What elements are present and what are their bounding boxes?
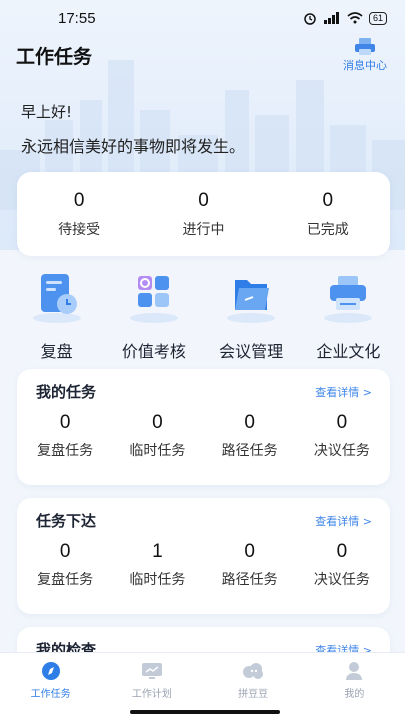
summary-in-progress-value: 0 bbox=[198, 190, 209, 211]
assigned-tasks-temporary-label: 临时任务 bbox=[129, 572, 186, 588]
quick-actions: 复盘 价值考核 会议管理 企业文化 bbox=[0, 268, 405, 361]
review-calendar-icon bbox=[32, 274, 81, 323]
quick-action-meeting-management[interactable]: 会议管理 bbox=[205, 268, 297, 361]
my-tasks-temporary-label: 临时任务 bbox=[129, 443, 186, 459]
tab-work-tasks[interactable]: 工作任务 bbox=[0, 653, 101, 720]
person-icon bbox=[346, 662, 363, 680]
assigned-tasks-resolution[interactable]: 0 决议任务 bbox=[296, 541, 388, 589]
my-tasks-review-label: 复盘任务 bbox=[37, 443, 94, 459]
my-tasks-resolution-value: 0 bbox=[336, 412, 348, 433]
my-tasks-review-value: 0 bbox=[59, 412, 71, 433]
quick-action-review-label: 复盘 bbox=[40, 342, 73, 361]
compass-icon bbox=[41, 662, 60, 680]
printer-culture-icon bbox=[324, 276, 373, 323]
summary-completed[interactable]: 0 已完成 bbox=[266, 172, 390, 256]
my-tasks-resolution-label: 决议任务 bbox=[313, 443, 370, 459]
summary-in-progress-label: 进行中 bbox=[182, 222, 225, 238]
assigned-tasks-temporary-value: 1 bbox=[152, 541, 163, 562]
monitor-icon bbox=[141, 663, 162, 679]
summary-pending-label: 待接受 bbox=[58, 222, 101, 238]
task-summary-card: 0 待接受 0 进行中 0 已完成 bbox=[17, 172, 390, 256]
my-tasks-review[interactable]: 0 复盘任务 bbox=[19, 412, 111, 460]
status-icons: 61 bbox=[303, 11, 387, 25]
tab-work-plan-label: 工作计划 bbox=[131, 689, 172, 700]
alarm-icon bbox=[304, 13, 316, 25]
summary-in-progress[interactable]: 0 进行中 bbox=[141, 172, 265, 256]
message-center-icon bbox=[355, 38, 375, 55]
assigned-tasks-review[interactable]: 0 复盘任务 bbox=[19, 541, 111, 589]
message-center-label: 消息中心 bbox=[343, 59, 387, 72]
tab-me[interactable]: 我的 bbox=[304, 653, 405, 720]
status-time: 17:55 bbox=[58, 9, 96, 27]
tab-work-tasks-label: 工作任务 bbox=[30, 689, 71, 700]
assigned-tasks-review-label: 复盘任务 bbox=[37, 572, 94, 588]
assigned-tasks-title: 任务下达 bbox=[36, 512, 97, 530]
assigned-tasks-resolution-value: 0 bbox=[336, 541, 348, 562]
summary-pending-value: 0 bbox=[73, 190, 85, 211]
my-tasks-path[interactable]: 0 路径任务 bbox=[204, 412, 296, 460]
my-tasks-temporary[interactable]: 0 临时任务 bbox=[111, 412, 203, 460]
my-tasks-view-details-link[interactable]: 查看详情 > bbox=[315, 384, 372, 400]
battery-indicator: 61 bbox=[368, 11, 387, 25]
quick-action-meeting-management-label: 会议管理 bbox=[219, 342, 284, 361]
quick-action-corporate-culture[interactable]: 企业文化 bbox=[302, 268, 394, 361]
my-tasks-path-value: 0 bbox=[244, 412, 255, 433]
cloud-chat-icon bbox=[243, 663, 264, 679]
summary-completed-value: 0 bbox=[322, 190, 334, 211]
message-center-button[interactable]: 消息中心 bbox=[339, 38, 391, 73]
assigned-tasks-path-label: 路径任务 bbox=[221, 572, 278, 588]
assigned-tasks-card: 任务下达 查看详情 > 0 复盘任务 1 临时任务 0 路径任务 0 决议任务 bbox=[17, 498, 390, 614]
quick-action-value-assessment-label: 价值考核 bbox=[121, 342, 186, 361]
tab-pindoudou-label: 拼豆豆 bbox=[238, 689, 269, 700]
my-tasks-temporary-value: 0 bbox=[152, 412, 163, 433]
quick-action-review[interactable]: 复盘 bbox=[11, 268, 103, 361]
my-tasks-title: 我的任务 bbox=[36, 383, 97, 401]
signal-icon bbox=[323, 12, 339, 24]
page-title: 工作任务 bbox=[16, 46, 93, 68]
greeting-text: 早上好! bbox=[21, 103, 73, 121]
wifi-icon bbox=[347, 12, 363, 24]
quick-action-corporate-culture-label: 企业文化 bbox=[316, 342, 381, 361]
assigned-tasks-view-details-link[interactable]: 查看详情 > bbox=[315, 513, 372, 529]
motto-text: 永远相信美好的事物即将发生。 bbox=[21, 137, 246, 156]
assigned-tasks-resolution-label: 决议任务 bbox=[313, 572, 370, 588]
status-bar: 17:55 61 bbox=[0, 0, 405, 36]
quick-action-value-assessment[interactable]: 价值考核 bbox=[108, 268, 200, 361]
my-tasks-path-label: 路径任务 bbox=[221, 443, 278, 459]
summary-pending[interactable]: 0 待接受 bbox=[17, 172, 141, 256]
assigned-tasks-path[interactable]: 0 路径任务 bbox=[204, 541, 296, 589]
tab-me-label: 我的 bbox=[344, 689, 365, 700]
meeting-folder-icon bbox=[227, 280, 276, 323]
my-tasks-resolution[interactable]: 0 决议任务 bbox=[296, 412, 388, 460]
assigned-tasks-review-value: 0 bbox=[59, 541, 71, 562]
my-tasks-card: 我的任务 查看详情 > 0 复盘任务 0 临时任务 0 路径任务 0 决议任务 bbox=[17, 369, 390, 485]
assigned-tasks-temporary[interactable]: 1 临时任务 bbox=[111, 541, 203, 589]
assigned-tasks-path-value: 0 bbox=[244, 541, 255, 562]
summary-completed-label: 已完成 bbox=[306, 222, 349, 238]
home-indicator[interactable] bbox=[130, 710, 280, 714]
value-assessment-icon bbox=[129, 276, 178, 323]
